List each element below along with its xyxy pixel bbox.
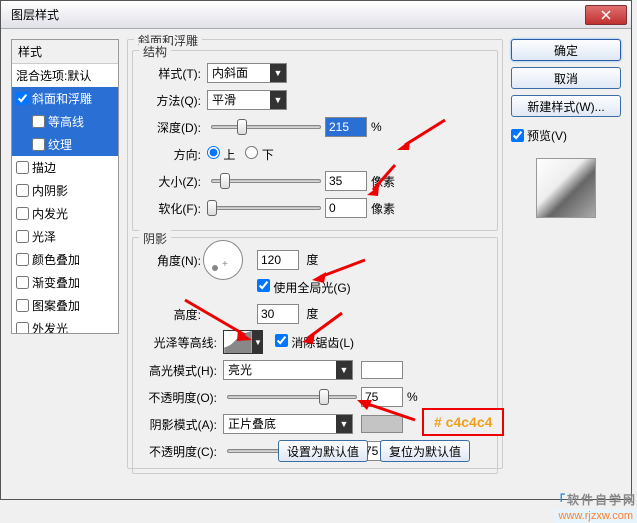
- size-unit: 像素: [371, 173, 395, 190]
- angle-widget[interactable]: +: [203, 240, 243, 280]
- altitude-unit: 度: [306, 307, 318, 321]
- shadow-color-swatch[interactable]: [361, 415, 403, 433]
- style-item-innerglow[interactable]: 内发光: [12, 202, 118, 225]
- soften-unit: 像素: [371, 200, 395, 217]
- style-item-texture[interactable]: 纹理: [12, 133, 118, 156]
- size-slider[interactable]: [211, 179, 321, 183]
- style-list-header: 样式: [12, 40, 118, 64]
- preview-thumbnail: [536, 158, 596, 218]
- set-default-button[interactable]: 设置为默认值: [278, 440, 368, 462]
- opacity2-label: 不透明度(C):: [137, 443, 223, 460]
- opacity1-label: 不透明度(O):: [137, 389, 223, 406]
- preview-checkbox[interactable]: 预览(V): [511, 127, 621, 144]
- contour-checkbox[interactable]: [32, 115, 45, 128]
- titlebar: 图层样式: [1, 1, 631, 29]
- ok-button[interactable]: 确定: [511, 39, 621, 61]
- global-light-checkbox[interactable]: 使用全局光(G): [257, 279, 351, 296]
- structure-title: 结构: [139, 43, 171, 60]
- style-label: 样式(T):: [137, 65, 207, 82]
- soften-field[interactable]: [325, 198, 367, 218]
- shading-title: 阴影: [139, 230, 171, 247]
- depth-label: 深度(D):: [137, 119, 207, 136]
- angle-label: 角度(N):: [137, 252, 207, 269]
- size-label: 大小(Z):: [137, 173, 207, 190]
- annotation-color-box: # c4c4c4: [422, 408, 504, 436]
- right-panel: 确定 取消 新建样式(W)... 预览(V): [511, 39, 621, 489]
- highlight-mode-dropdown[interactable]: 亮光▼: [223, 360, 353, 380]
- style-dropdown[interactable]: 内斜面▼: [207, 63, 287, 83]
- style-item-coloroverlay[interactable]: 颜色叠加: [12, 248, 118, 271]
- dialog-title: 图层样式: [5, 6, 585, 23]
- close-icon: [601, 10, 611, 20]
- highlight-color-swatch[interactable]: [361, 361, 403, 379]
- direction-label: 方向:: [137, 146, 207, 163]
- close-button[interactable]: [585, 5, 627, 25]
- soften-label: 软化(F):: [137, 200, 207, 217]
- method-dropdown[interactable]: 平滑▼: [207, 90, 287, 110]
- shadow-mode-label: 阴影模式(A):: [137, 416, 223, 433]
- gloss-contour-picker[interactable]: [223, 330, 253, 354]
- reset-default-button[interactable]: 复位为默认值: [380, 440, 470, 462]
- altitude-label: 高度:: [137, 306, 207, 323]
- altitude-field[interactable]: [257, 304, 299, 324]
- chevron-down-icon[interactable]: ▼: [253, 330, 263, 354]
- style-item-contour[interactable]: 等高线: [12, 110, 118, 133]
- cancel-button[interactable]: 取消: [511, 67, 621, 89]
- innerglow-checkbox[interactable]: [16, 207, 29, 220]
- satin-checkbox[interactable]: [16, 230, 29, 243]
- outerglow-checkbox[interactable]: [16, 322, 29, 334]
- style-item-patternoverlay[interactable]: 图案叠加: [12, 294, 118, 317]
- stroke-checkbox[interactable]: [16, 161, 29, 174]
- highlight-opacity-field[interactable]: [361, 387, 403, 407]
- coloroverlay-checkbox[interactable]: [16, 253, 29, 266]
- direction-up-radio[interactable]: 上: [207, 146, 235, 163]
- gloss-label: 光泽等高线:: [137, 334, 223, 351]
- size-field[interactable]: [325, 171, 367, 191]
- antialias-checkbox[interactable]: 消除锯齿(L): [275, 334, 354, 351]
- bevel-checkbox[interactable]: [16, 92, 29, 105]
- style-item-outerglow[interactable]: 外发光: [12, 317, 118, 334]
- shadow-mode-dropdown[interactable]: 正片叠底▼: [223, 414, 353, 434]
- new-style-button[interactable]: 新建样式(W)...: [511, 95, 621, 117]
- innershadow-checkbox[interactable]: [16, 184, 29, 197]
- style-sidebar: 样式 混合选项:默认 斜面和浮雕 等高线 纹理 描边 内阴影 内发光 光泽 颜色…: [11, 39, 119, 489]
- highlight-mode-label: 高光模式(H):: [137, 362, 223, 379]
- layer-style-dialog: 图层样式 样式 混合选项:默认 斜面和浮雕 等高线 纹理 描边 内阴影 内发光 …: [0, 0, 632, 500]
- style-item-satin[interactable]: 光泽: [12, 225, 118, 248]
- style-item-bevel[interactable]: 斜面和浮雕: [12, 87, 118, 110]
- style-item-stroke[interactable]: 描边: [12, 156, 118, 179]
- depth-unit: %: [371, 120, 382, 134]
- angle-field[interactable]: [257, 250, 299, 270]
- depth-slider[interactable]: [211, 125, 321, 129]
- angle-unit: 度: [306, 253, 318, 267]
- method-label: 方法(Q):: [137, 92, 207, 109]
- style-item-innershadow[interactable]: 内阴影: [12, 179, 118, 202]
- soften-slider[interactable]: [211, 206, 321, 210]
- depth-field[interactable]: [325, 117, 367, 137]
- highlight-opacity-slider[interactable]: [227, 395, 357, 399]
- style-item-blend[interactable]: 混合选项:默认: [12, 64, 118, 87]
- patternoverlay-checkbox[interactable]: [16, 299, 29, 312]
- style-item-gradientoverlay[interactable]: 渐变叠加: [12, 271, 118, 294]
- style-list: 样式 混合选项:默认 斜面和浮雕 等高线 纹理 描边 内阴影 内发光 光泽 颜色…: [11, 39, 119, 334]
- texture-checkbox[interactable]: [32, 138, 45, 151]
- gradientoverlay-checkbox[interactable]: [16, 276, 29, 289]
- direction-down-radio[interactable]: 下: [245, 146, 273, 163]
